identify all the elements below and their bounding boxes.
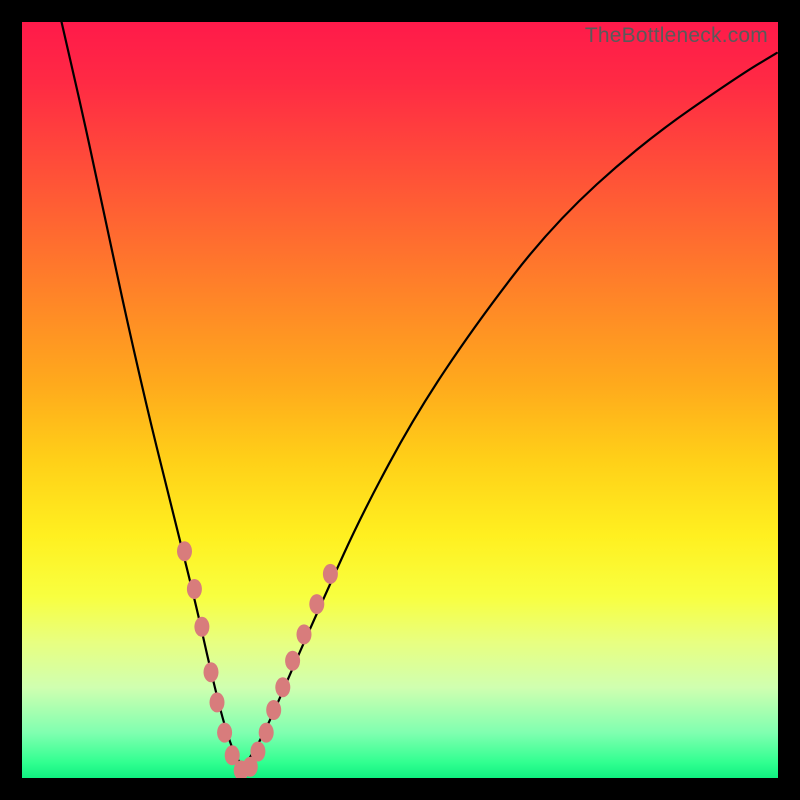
curve-marker — [204, 662, 219, 682]
curve-marker — [323, 564, 338, 584]
curve-marker — [187, 579, 202, 599]
curve-marker — [210, 692, 225, 712]
curve-marker — [275, 677, 290, 697]
curve-marker — [217, 723, 232, 743]
curve-marker — [285, 651, 300, 671]
curve-marker — [250, 742, 265, 762]
chart-frame: TheBottleneck.com — [0, 0, 800, 800]
plot-area: TheBottleneck.com — [22, 22, 778, 778]
curve-marker — [194, 617, 209, 637]
marker-group — [177, 541, 338, 778]
curve-marker — [309, 594, 324, 614]
curve-marker — [259, 723, 274, 743]
chart-svg — [22, 22, 778, 778]
curve-marker — [297, 624, 312, 644]
bottleneck-curve — [60, 22, 778, 763]
curve-marker — [177, 541, 192, 561]
curve-marker — [266, 700, 281, 720]
